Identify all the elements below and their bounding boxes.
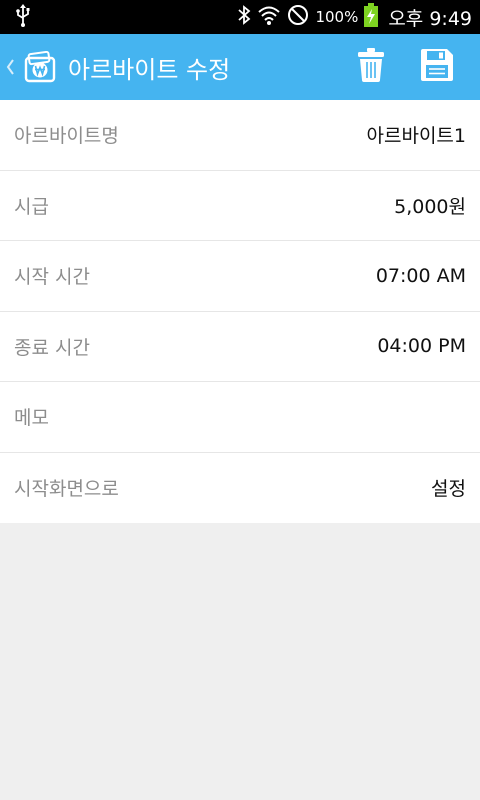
no-signal-icon: [287, 4, 309, 30]
save-icon: [421, 49, 453, 85]
status-left: [14, 3, 32, 31]
bluetooth-icon: [237, 4, 251, 30]
action-bar: 아르바이트 수정: [0, 34, 480, 100]
status-right: 100% 오후 9:49: [237, 3, 472, 31]
status-bar: 100% 오후 9:49: [0, 0, 480, 34]
row-label: 아르바이트명: [14, 125, 119, 148]
list-item-start-time[interactable]: 시작 시간 07:00 AM: [0, 241, 480, 312]
battery-percent: 100%: [315, 8, 359, 26]
row-value: 04:00 PM: [377, 335, 466, 358]
delete-button[interactable]: [338, 34, 404, 100]
wifi-icon: [257, 4, 281, 30]
row-label: 메모: [14, 407, 49, 430]
list-item-home-screen[interactable]: 시작화면으로 설정: [0, 453, 480, 524]
row-value: 07:00 AM: [375, 264, 466, 287]
status-time: 오후 9:49: [388, 7, 472, 30]
row-label: 시급: [14, 195, 49, 218]
list-item-memo[interactable]: 메모: [0, 382, 480, 453]
trash-icon: [358, 48, 384, 86]
row-label: 시작화면으로: [14, 478, 119, 501]
row-value: 5,000원: [394, 195, 466, 218]
page-title: 아르바이트 수정: [68, 55, 231, 84]
row-value: 아르바이트1: [366, 125, 467, 148]
row-label: 종료 시간: [14, 336, 90, 359]
list-item-job-name[interactable]: 아르바이트명 아르바이트1: [0, 100, 480, 171]
edit-form-list: 아르바이트명 아르바이트1 시급 5,000원 시작 시간 07:00 AM 종…: [0, 100, 480, 523]
back-chevron-icon: [4, 55, 18, 79]
up-navigation-button[interactable]: 아르바이트 수정: [0, 34, 230, 100]
battery-charging-icon: [364, 3, 379, 31]
row-label: 시작 시간: [14, 266, 90, 289]
row-value: 설정: [431, 478, 466, 501]
action-buttons: [338, 34, 480, 100]
wallet-won-icon: [24, 50, 56, 83]
list-item-end-time[interactable]: 종료 시간 04:00 PM: [0, 312, 480, 382]
usb-icon: [14, 3, 32, 31]
save-button[interactable]: [404, 34, 470, 100]
list-item-hourly-wage[interactable]: 시급 5,000원: [0, 171, 480, 241]
